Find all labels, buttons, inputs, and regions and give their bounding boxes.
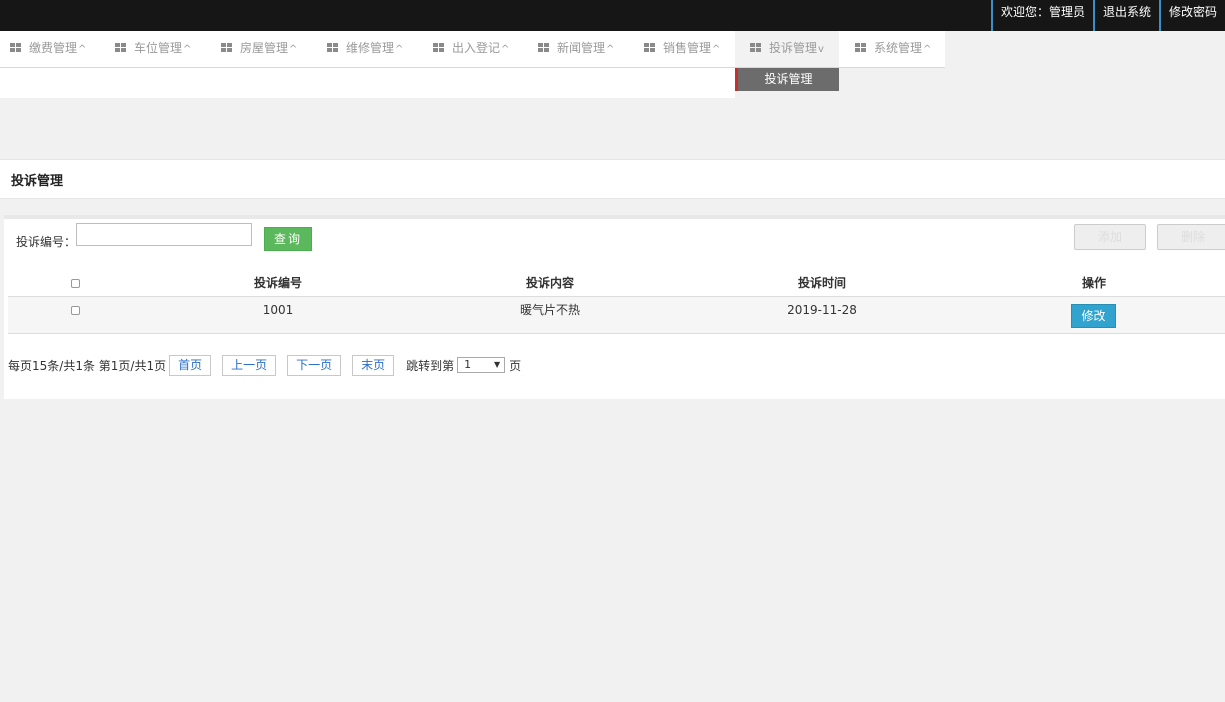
complaint-time-cell: 2019-11-28 — [787, 303, 857, 317]
last-page-button[interactable]: 末页 — [352, 354, 395, 376]
column-header: 投诉编号 — [253, 276, 302, 290]
welcome-text: 欢迎您：管理员 — [990, 0, 1093, 31]
grid-icon — [644, 43, 655, 52]
chevron-up-icon: ^ — [606, 44, 615, 55]
grid-icon — [221, 43, 232, 52]
grid-icon — [433, 43, 444, 52]
table-header: 投诉编号 投诉内容 投诉时间 操作 — [8, 271, 1225, 297]
nav-item-label: 房屋管理 — [240, 41, 289, 55]
prev-page-button[interactable]: 上一页 — [222, 354, 277, 376]
main-nav: 缴费管理^ 车位管理^ 房屋管理^ 维修管理^ 出入登记^ 新闻管理^ 销售管理… — [0, 31, 945, 68]
chevron-down-icon: v — [818, 44, 824, 55]
grid-icon — [750, 43, 761, 52]
page-jump-value: 1 — [464, 358, 472, 371]
nav-item-parking[interactable]: 车位管理^ — [115, 31, 191, 67]
chevron-up-icon: ^ — [289, 44, 298, 55]
content-panel: 投诉编号： 查询 添加 删除 投诉编号 投诉内容 投诉时间 操作 1001 暖气… — [4, 215, 1225, 399]
nav-item-label: 销售管理 — [663, 41, 712, 55]
query-button[interactable]: 查询 — [264, 227, 312, 251]
jump-suffix: 页 — [509, 358, 522, 373]
column-header: 投诉内容 — [525, 276, 574, 290]
nav-item-label: 维修管理 — [346, 41, 395, 55]
chevron-up-icon: ^ — [395, 44, 404, 55]
chevron-up-icon: ^ — [923, 44, 932, 55]
complaints-table: 投诉编号 投诉内容 投诉时间 操作 1001 暖气片不热 2019-11-28 … — [8, 271, 1225, 334]
chevron-up-icon: ^ — [712, 44, 721, 55]
nav-item-system[interactable]: 系统管理^ — [855, 31, 931, 67]
nav-item-repair[interactable]: 维修管理^ — [327, 31, 403, 67]
delete-button[interactable]: 删除 — [1157, 224, 1225, 250]
select-all-checkbox[interactable] — [70, 279, 80, 288]
nav-item-sales[interactable]: 销售管理^ — [644, 31, 720, 67]
row-select-cell — [8, 297, 142, 334]
submenu-item-complaints[interactable]: 投诉管理 — [735, 68, 839, 91]
grid-icon — [538, 43, 549, 52]
select-all-cell — [8, 271, 142, 297]
header-links: 欢迎您：管理员 退出系统 修改密码 — [990, 0, 1225, 31]
page-title: 投诉管理 — [11, 174, 64, 189]
nav-item-label: 缴费管理 — [29, 41, 78, 55]
nav-item-label: 出入登记 — [452, 41, 501, 55]
pagination: 每页15条/共1条 第1页/共1页 首页 上一页 下一页 末页 跳转到第 1 ▼ … — [8, 354, 521, 376]
edit-button[interactable]: 修改 — [1071, 304, 1116, 328]
complaint-id-input[interactable] — [76, 223, 252, 246]
grid-icon — [115, 43, 126, 52]
nav-item-payment[interactable]: 缴费管理^ — [10, 31, 86, 67]
nav-item-label: 新闻管理 — [557, 41, 606, 55]
chevron-up-icon: ^ — [501, 44, 510, 55]
logout-link[interactable]: 退出系统 — [1092, 0, 1159, 31]
column-header: 操作 — [1081, 276, 1106, 290]
first-page-button[interactable]: 首页 — [169, 354, 212, 376]
nav-item-news[interactable]: 新闻管理^ — [538, 31, 614, 67]
nav-item-label: 系统管理 — [874, 41, 923, 55]
nav-underlay — [0, 68, 735, 98]
pager-summary: 每页15条/共1条 第1页/共1页 — [8, 358, 167, 373]
next-page-button[interactable]: 下一页 — [287, 354, 342, 376]
nav-item-label: 车位管理 — [134, 41, 183, 55]
nav-item-housing[interactable]: 房屋管理^ — [221, 31, 297, 67]
row-checkbox[interactable] — [70, 306, 80, 315]
add-button[interactable]: 添加 — [1074, 224, 1146, 250]
search-label: 投诉编号： — [16, 235, 77, 249]
dropdown-arrow-icon: ▼ — [494, 360, 501, 369]
change-password-link[interactable]: 修改密码 — [1158, 0, 1225, 31]
nav-item-complaints[interactable]: 投诉管理v — [735, 31, 839, 67]
page-jump-select[interactable]: 1 ▼ — [457, 357, 506, 373]
complaint-content-cell: 暖气片不热 — [519, 303, 580, 317]
complaint-id-cell: 1001 — [262, 303, 294, 317]
table-row: 1001 暖气片不热 2019-11-28 修改 — [8, 297, 1225, 334]
top-bar: 欢迎您：管理员 退出系统 修改密码 — [0, 0, 1225, 31]
jump-label: 跳转到第 — [406, 358, 455, 373]
chevron-up-icon: ^ — [78, 44, 87, 55]
chevron-up-icon: ^ — [183, 44, 192, 55]
page-title-bar: 投诉管理 — [0, 159, 1225, 199]
nav-item-entry-log[interactable]: 出入登记^ — [433, 31, 509, 67]
column-header: 投诉时间 — [797, 276, 846, 290]
grid-icon — [10, 43, 21, 52]
grid-icon — [855, 43, 866, 52]
grid-icon — [327, 43, 338, 52]
nav-item-label: 投诉管理 — [769, 41, 818, 55]
